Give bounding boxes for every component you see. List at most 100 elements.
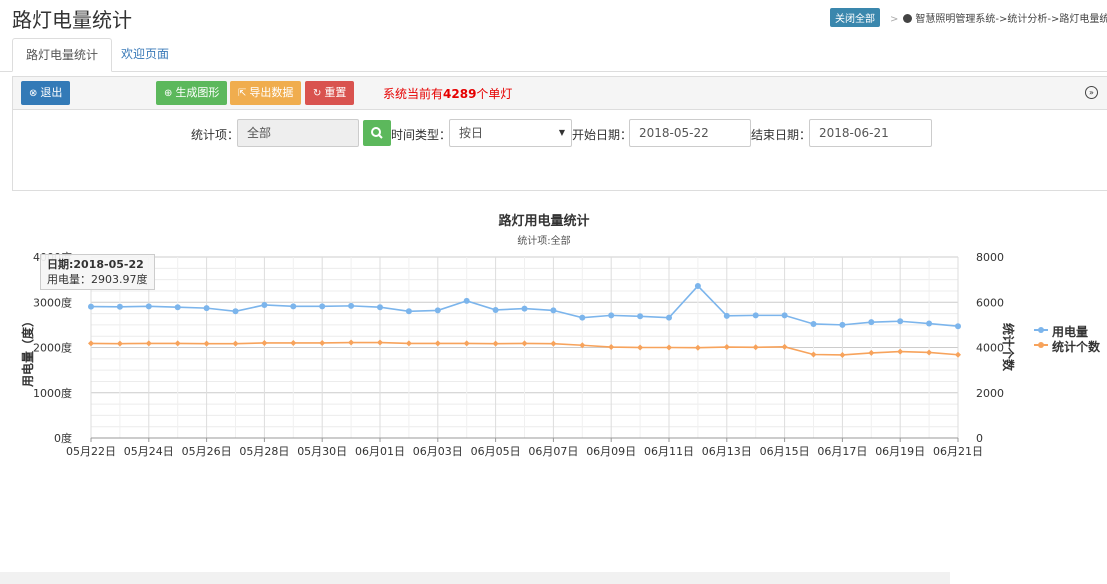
data-point-count xyxy=(810,351,817,358)
data-point-power xyxy=(463,297,470,304)
time-type-value: 按日 xyxy=(459,126,484,140)
tab-power-stats[interactable]: 路灯电量统计 xyxy=(12,38,113,72)
data-point-power xyxy=(88,303,94,310)
stat-item-label: 统计项： xyxy=(191,128,240,142)
x-tick-label: 05月26日 xyxy=(182,445,232,458)
data-point-count xyxy=(290,339,297,346)
data-point-power xyxy=(232,308,239,315)
reset-label: 重置 xyxy=(324,86,347,99)
search-button[interactable] xyxy=(363,120,391,146)
data-point-count xyxy=(608,344,615,351)
tab-welcome[interactable]: 欢迎页面 xyxy=(108,38,182,72)
chevron-down-icon: ▼ xyxy=(558,128,565,137)
reset-button[interactable]: ↻ 重置 xyxy=(305,81,355,105)
line-chart: 路灯用电量统计 统计项:全部 用电量（度） 统计个数 0度1000度2000度3… xyxy=(20,213,1016,458)
y-tick-right-label: 8000 xyxy=(976,251,1004,264)
close-all-button[interactable]: 关闭全部 xyxy=(830,8,880,27)
data-point-power xyxy=(319,303,326,310)
stat-item-field[interactable]: 全部 xyxy=(237,119,359,147)
legend-label-count: 统计个数 xyxy=(1052,340,1101,354)
data-point-count xyxy=(926,349,933,356)
chart-subtitle: 统计项:全部 xyxy=(517,234,570,247)
lamp-count-message: 系统当前有4289个单灯 xyxy=(383,85,512,102)
data-point-count xyxy=(174,340,181,347)
y-tick-right-label: 4000 xyxy=(976,342,1004,355)
data-point-power xyxy=(897,318,904,325)
data-point-power xyxy=(116,303,123,310)
generate-chart-button[interactable]: ⊕ 生成图形 xyxy=(156,81,228,105)
legend-item-count[interactable]: 统计个数 xyxy=(1034,338,1101,354)
data-point-count xyxy=(723,344,730,351)
legend-symbol-power xyxy=(1034,327,1048,333)
data-point-count xyxy=(839,351,846,358)
data-point-count xyxy=(694,344,701,351)
x-tick-label: 06月09日 xyxy=(586,445,636,458)
share-out-icon: ⇱ xyxy=(238,88,247,99)
data-point-power xyxy=(694,282,701,289)
data-point-count xyxy=(88,340,94,347)
chevron-double-down-icon[interactable]: » xyxy=(1085,86,1098,99)
data-point-power xyxy=(550,307,557,314)
data-point-count xyxy=(232,340,239,347)
x-tick-label: 05月30日 xyxy=(297,445,347,458)
data-point-count xyxy=(319,339,326,346)
x-tick-label: 06月17日 xyxy=(817,445,867,458)
chart-container: 路灯用电量统计 统计项:全部 用电量（度） 统计个数 0度 1000度 2000度 3… xyxy=(12,191,1107,571)
data-point-power xyxy=(723,312,730,319)
data-point-count xyxy=(377,339,383,346)
data-point-count xyxy=(492,340,499,347)
x-tick-label: 06月01日 xyxy=(355,445,405,458)
data-point-power xyxy=(955,323,961,330)
data-point-power xyxy=(637,313,644,320)
exit-label: 退出 xyxy=(40,86,63,99)
data-point-power xyxy=(868,319,875,326)
chart-title: 路灯用电量统计 xyxy=(498,213,589,229)
lamp-count-value: 4289 xyxy=(443,87,477,101)
legend-label-power: 用电量 xyxy=(1052,325,1089,339)
data-point-count xyxy=(897,348,904,355)
breadcrumb: > 智慧照明管理系统->统计分析->路灯电量统计 xyxy=(890,10,1107,25)
time-type-label: 时间类型： xyxy=(391,128,452,142)
data-point-count xyxy=(666,344,672,351)
tooltip-value: 2903.97度 xyxy=(91,273,148,286)
end-date-input[interactable]: 2018-06-21 xyxy=(809,119,932,147)
lamp-count-suffix: 个单灯 xyxy=(476,87,513,101)
start-date-label: 开始日期： xyxy=(572,128,633,142)
data-point-power xyxy=(203,305,210,312)
tab-bar: 路灯电量统计 欢迎页面 xyxy=(0,36,1107,72)
data-point-count xyxy=(955,351,961,358)
circle-x-icon: ⊗ xyxy=(29,88,38,99)
data-point-power xyxy=(752,312,759,319)
data-point-count xyxy=(781,343,788,350)
legend-item-power[interactable]: 用电量 xyxy=(1034,323,1100,339)
data-point-power xyxy=(377,304,383,311)
exit-button[interactable]: ⊗ 退出 xyxy=(21,81,71,105)
data-point-count xyxy=(752,344,759,351)
data-point-count xyxy=(116,340,123,347)
end-date-label: 结束日期： xyxy=(751,128,812,142)
breadcrumb-path[interactable]: 智慧照明管理系统->统计分析->路灯电量统计 xyxy=(915,14,1107,25)
x-tick-label: 06月05日 xyxy=(471,445,521,458)
data-point-power xyxy=(666,314,672,321)
x-tick-label: 06月13日 xyxy=(702,445,752,458)
y-tick-left-label: 3000度 xyxy=(33,295,72,309)
x-tick-label: 06月07日 xyxy=(528,445,578,458)
data-point-count xyxy=(348,339,355,346)
toolbar: ⊗ 退出 ⊕ 生成图形 ⇱ 导出数据 ↻ 重置 系统当前有4289个单灯 » xyxy=(13,77,1107,110)
start-date-input[interactable]: 2018-05-22 xyxy=(629,119,751,147)
x-tick-label: 05月22日 xyxy=(66,445,116,458)
tooltip-value-label: 用电量： xyxy=(47,273,91,286)
y-tick-right-label: 6000 xyxy=(976,296,1004,309)
generate-label: 生成图形 xyxy=(175,86,220,99)
export-data-button[interactable]: ⇱ 导出数据 xyxy=(230,81,302,105)
data-point-power xyxy=(290,303,297,310)
data-point-count xyxy=(434,340,441,347)
data-point-count xyxy=(521,340,528,347)
data-point-power xyxy=(781,312,788,319)
time-type-select[interactable]: 按日 ▼ xyxy=(449,119,572,147)
bottom-scroll-area xyxy=(0,572,950,584)
refresh-icon: ↻ xyxy=(313,88,322,99)
data-point-count xyxy=(550,340,557,347)
y-tick-right-label: 2000 xyxy=(976,387,1004,400)
data-point-power xyxy=(579,314,586,321)
